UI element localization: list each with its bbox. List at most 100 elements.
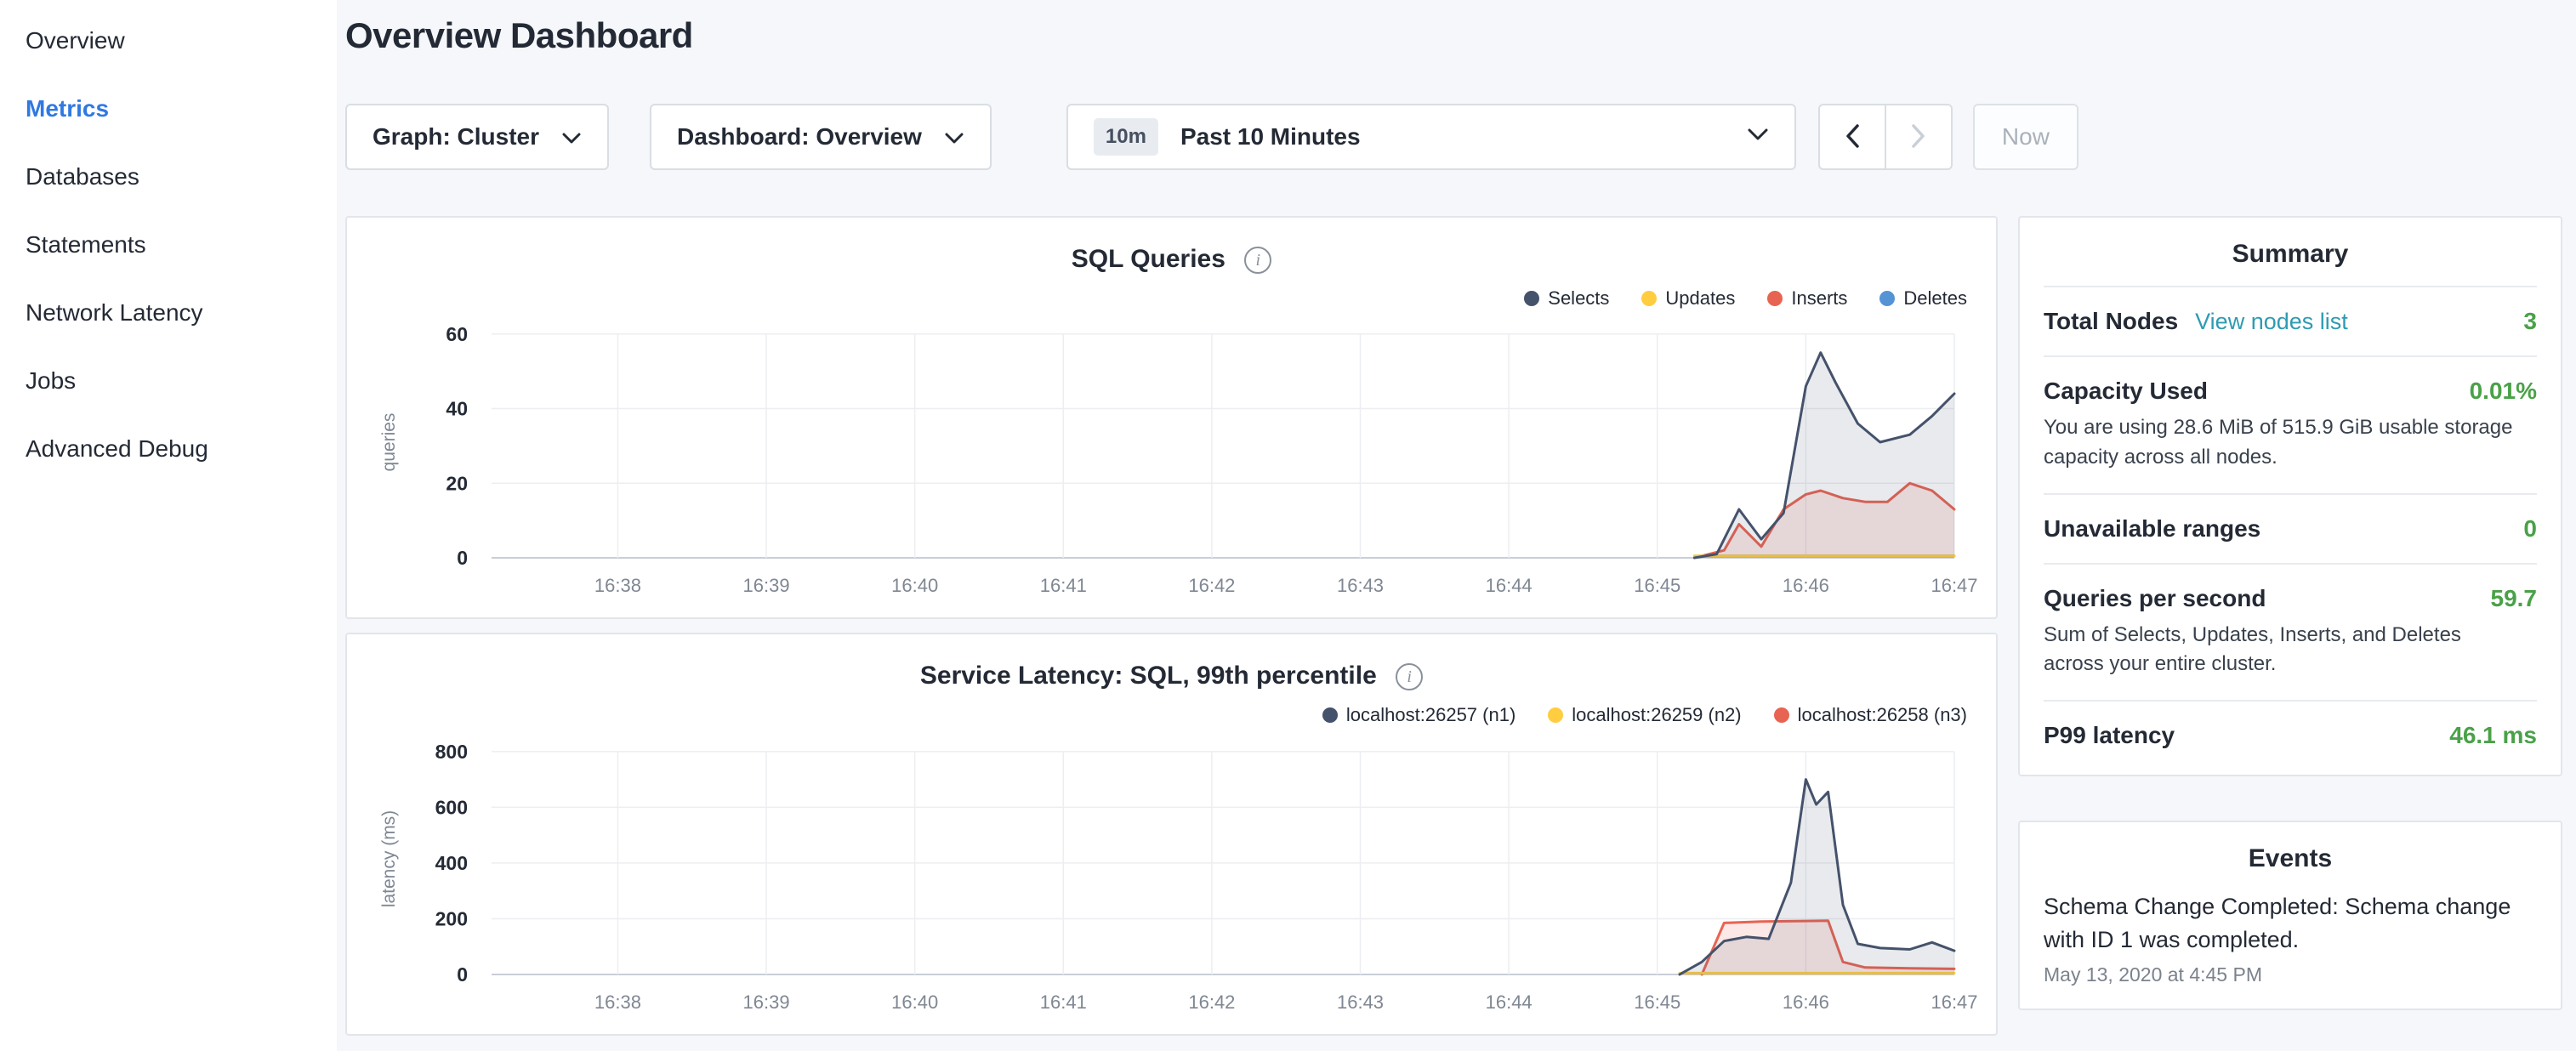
- legend-label: localhost:26257 (n1): [1346, 704, 1515, 726]
- summary-label: Total Nodes: [2044, 308, 2178, 335]
- legend-item-localhost-26258-n3-[interactable]: localhost:26258 (n3): [1774, 704, 1967, 726]
- chevron-down-icon: [1747, 128, 1769, 145]
- sql-queries-chart-card: SQL Queries i Selects Updates Inserts Delet…: [345, 216, 1998, 619]
- svg-text:16:47: 16:47: [1931, 575, 1977, 596]
- summary-row-capacity-used: Capacity Used 0.01% You are using 28.6 M…: [2044, 357, 2537, 495]
- main-content: Overview Dashboard Graph: Cluster Dashbo…: [337, 0, 2576, 1051]
- legend-label: localhost:26259 (n2): [1572, 704, 1741, 726]
- legend-item-localhost-26257-n1-[interactable]: localhost:26257 (n1): [1322, 704, 1515, 726]
- events-title: Events: [2044, 822, 2537, 890]
- graph-dropdown-label: Graph: Cluster: [372, 123, 539, 151]
- summary-label: P99 latency: [2044, 722, 2175, 749]
- chart-title: Service Latency: SQL, 99th percentile: [920, 662, 1377, 690]
- sidebar-item-statements[interactable]: Statements: [0, 211, 337, 279]
- event-timestamp: May 13, 2020 at 4:45 PM: [2044, 963, 2537, 986]
- svg-text:400: 400: [435, 852, 468, 874]
- sidebar-item-network-latency[interactable]: Network Latency: [0, 279, 337, 347]
- sql-queries-chart: 020406016:3816:3916:4016:4116:4216:4316:…: [364, 313, 1980, 609]
- svg-text:0: 0: [457, 547, 468, 569]
- svg-text:600: 600: [435, 797, 468, 819]
- time-nav-arrows: [1818, 104, 1953, 170]
- event-item[interactable]: Schema Change Completed: Schema change w…: [2044, 890, 2537, 986]
- svg-text:16:39: 16:39: [743, 991, 790, 1013]
- info-icon[interactable]: i: [1244, 247, 1271, 274]
- legend-item-selects[interactable]: Selects: [1524, 287, 1609, 310]
- time-back-button[interactable]: [1818, 104, 1886, 170]
- summary-row-p99-latency: P99 latency 46.1 ms: [2044, 702, 2537, 770]
- summary-row-queries-per-second: Queries per second 59.7 Sum of Selects, …: [2044, 565, 2537, 702]
- svg-text:16:43: 16:43: [1337, 575, 1384, 596]
- sidebar-item-overview[interactable]: Overview: [0, 7, 337, 75]
- time-forward-button[interactable]: [1885, 104, 1953, 170]
- svg-text:16:38: 16:38: [594, 575, 641, 596]
- chevron-down-icon: [561, 123, 582, 151]
- legend-dot: [1641, 291, 1657, 306]
- legend-item-localhost-26259-n2-[interactable]: localhost:26259 (n2): [1548, 704, 1741, 726]
- dashboard-dropdown-label: Dashboard: Overview: [677, 123, 922, 151]
- now-button[interactable]: Now: [1973, 104, 2078, 170]
- summary-label: Unavailable ranges: [2044, 515, 2260, 543]
- summary-value: 59.7: [2491, 585, 2538, 612]
- svg-text:16:41: 16:41: [1040, 991, 1087, 1013]
- legend-item-inserts[interactable]: Inserts: [1767, 287, 1847, 310]
- chart-legend: Selects Updates Inserts Deletes: [364, 287, 1967, 310]
- svg-text:latency (ms): latency (ms): [379, 810, 399, 907]
- svg-text:16:44: 16:44: [1486, 575, 1533, 596]
- svg-text:16:42: 16:42: [1188, 991, 1235, 1013]
- svg-text:40: 40: [446, 398, 468, 420]
- time-range-badge: 10m: [1094, 118, 1158, 156]
- charts-column: SQL Queries i Selects Updates Inserts Delet…: [345, 216, 1998, 1036]
- svg-text:16:42: 16:42: [1188, 575, 1235, 596]
- chart-header: SQL Queries i: [364, 245, 1979, 274]
- legend-dot: [1524, 291, 1539, 306]
- svg-text:16:46: 16:46: [1783, 575, 1829, 596]
- chart-header: Service Latency: SQL, 99th percentile i: [364, 662, 1979, 690]
- summary-row-total-nodes: Total Nodes View nodes list 3: [2044, 287, 2537, 357]
- summary-value: 3: [2523, 308, 2537, 335]
- graph-dropdown[interactable]: Graph: Cluster: [345, 104, 609, 170]
- legend-item-updates[interactable]: Updates: [1641, 287, 1735, 310]
- summary-description: You are using 28.6 MiB of 515.9 GiB usab…: [2044, 413, 2525, 473]
- chart-legend: localhost:26257 (n1) localhost:26259 (n2)…: [364, 704, 1967, 726]
- page-title: Overview Dashboard: [345, 15, 2562, 56]
- info-icon[interactable]: i: [1396, 663, 1423, 690]
- sidebar-item-advanced-debug[interactable]: Advanced Debug: [0, 415, 337, 483]
- legend-item-deletes[interactable]: Deletes: [1879, 287, 1967, 310]
- dashboard-body: SQL Queries i Selects Updates Inserts Delet…: [345, 216, 2562, 1036]
- dashboard-dropdown[interactable]: Dashboard: Overview: [650, 104, 992, 170]
- svg-text:16:38: 16:38: [594, 991, 641, 1013]
- chevron-left-icon: [1844, 122, 1861, 152]
- sidebar-item-metrics[interactable]: Metrics: [0, 75, 337, 143]
- svg-text:200: 200: [435, 908, 468, 930]
- svg-text:60: 60: [446, 323, 468, 345]
- view-nodes-list-link[interactable]: View nodes list: [2195, 309, 2348, 335]
- svg-text:16:39: 16:39: [743, 575, 790, 596]
- right-column: Summary Total Nodes View nodes list 3 Ca…: [2018, 216, 2562, 1010]
- controls-bar: Graph: Cluster Dashboard: Overview 10m P…: [345, 104, 2562, 170]
- svg-text:16:41: 16:41: [1040, 575, 1087, 596]
- sidebar-item-databases[interactable]: Databases: [0, 143, 337, 211]
- app-root: Overview Metrics Databases Statements Ne…: [0, 0, 2576, 1051]
- chevron-down-icon: [944, 123, 964, 151]
- time-range-dropdown[interactable]: 10m Past 10 Minutes: [1066, 104, 1796, 170]
- svg-text:16:45: 16:45: [1634, 575, 1680, 596]
- summary-description: Sum of Selects, Updates, Inserts, and De…: [2044, 621, 2525, 680]
- svg-text:0: 0: [457, 963, 468, 986]
- svg-text:800: 800: [435, 741, 468, 763]
- svg-text:16:43: 16:43: [1337, 991, 1384, 1013]
- chevron-right-icon: [1910, 122, 1927, 152]
- legend-dot: [1879, 291, 1895, 306]
- legend-label: Selects: [1548, 287, 1609, 310]
- events-panel: Events Schema Change Completed: Schema c…: [2018, 821, 2562, 1010]
- summary-row-unavailable-ranges: Unavailable ranges 0: [2044, 495, 2537, 565]
- svg-text:queries: queries: [379, 413, 399, 472]
- svg-text:16:40: 16:40: [891, 991, 938, 1013]
- time-range-label: Past 10 Minutes: [1180, 123, 1747, 151]
- sidebar: Overview Metrics Databases Statements Ne…: [0, 0, 337, 1051]
- legend-label: Inserts: [1791, 287, 1847, 310]
- legend-dot: [1548, 707, 1563, 723]
- legend-label: localhost:26258 (n3): [1798, 704, 1967, 726]
- legend-dot: [1774, 707, 1789, 723]
- sidebar-item-jobs[interactable]: Jobs: [0, 347, 337, 415]
- summary-label: Queries per second: [2044, 585, 2266, 612]
